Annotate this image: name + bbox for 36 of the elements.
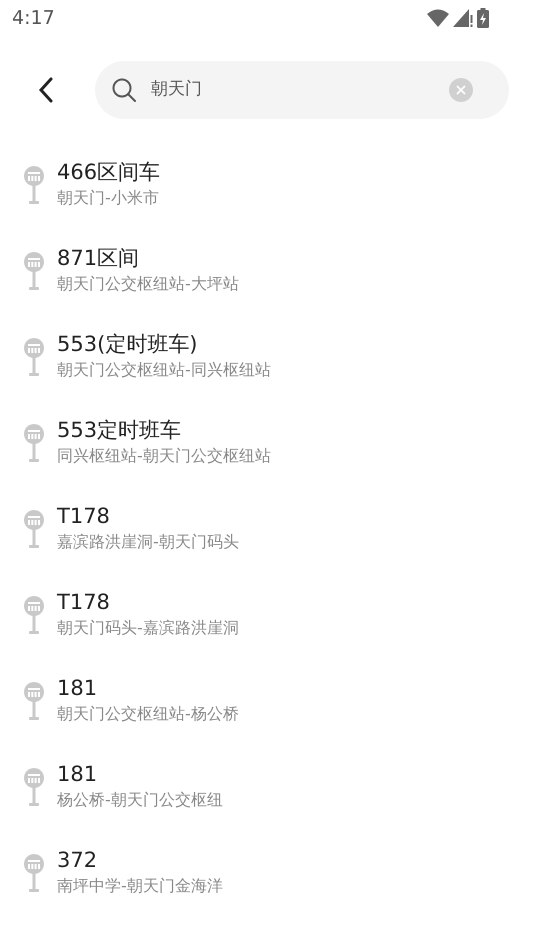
search-input[interactable]: 朝天门 [151,77,449,103]
bus-stop-icon [24,424,44,464]
bus-stop-icon [24,166,44,206]
route-name[interactable]: 372 [57,846,223,874]
route-name[interactable]: 466区间车 [57,158,160,186]
route-endpoints: 嘉滨路洪崖洞-朝天门码头 [57,531,239,553]
route-endpoints: 朝天门公交枢纽站-杨公桥 [57,703,239,725]
bus-stop-icon [24,510,44,550]
search-icon [111,77,137,103]
bus-stop-icon [24,338,44,378]
route-name[interactable]: 553(定时班车) [57,330,271,358]
route-name[interactable]: 871区间 [57,244,239,272]
route-name[interactable]: T178 [57,588,239,616]
bus-stop-icon [24,252,44,292]
status-time: 4:17 [12,6,55,31]
bus-stop-icon [24,682,44,722]
bus-stop-icon [24,854,44,894]
route-endpoints: 朝天门公交枢纽站-大坪站 [57,273,239,295]
route-endpoints: 杨公桥-朝天门公交枢纽 [57,789,223,811]
route-name[interactable]: T178 [57,502,239,530]
route-name[interactable]: 181 [57,674,239,702]
route-endpoints: 朝天门-小米市 [57,187,160,209]
route-endpoints: 南坪中学-朝天门金海洋 [57,875,223,897]
wifi-icon [427,9,449,27]
route-endpoints: 朝天门码头-嘉滨路洪崖洞 [57,617,239,639]
chevron-left-icon [38,77,54,103]
route-name[interactable]: 181 [57,760,223,788]
route-endpoints: 朝天门公交枢纽站-同兴枢纽站 [57,359,271,381]
battery-charging-icon [477,8,489,28]
bus-stop-icon [24,768,44,808]
close-icon [455,84,467,96]
route-endpoints: 同兴枢纽站-朝天门公交枢纽站 [57,445,271,467]
route-name[interactable]: 553定时班车 [57,416,271,444]
bus-stop-icon [24,596,44,636]
search-field[interactable]: 朝天门 [95,61,509,119]
signal-icon [453,9,473,27]
